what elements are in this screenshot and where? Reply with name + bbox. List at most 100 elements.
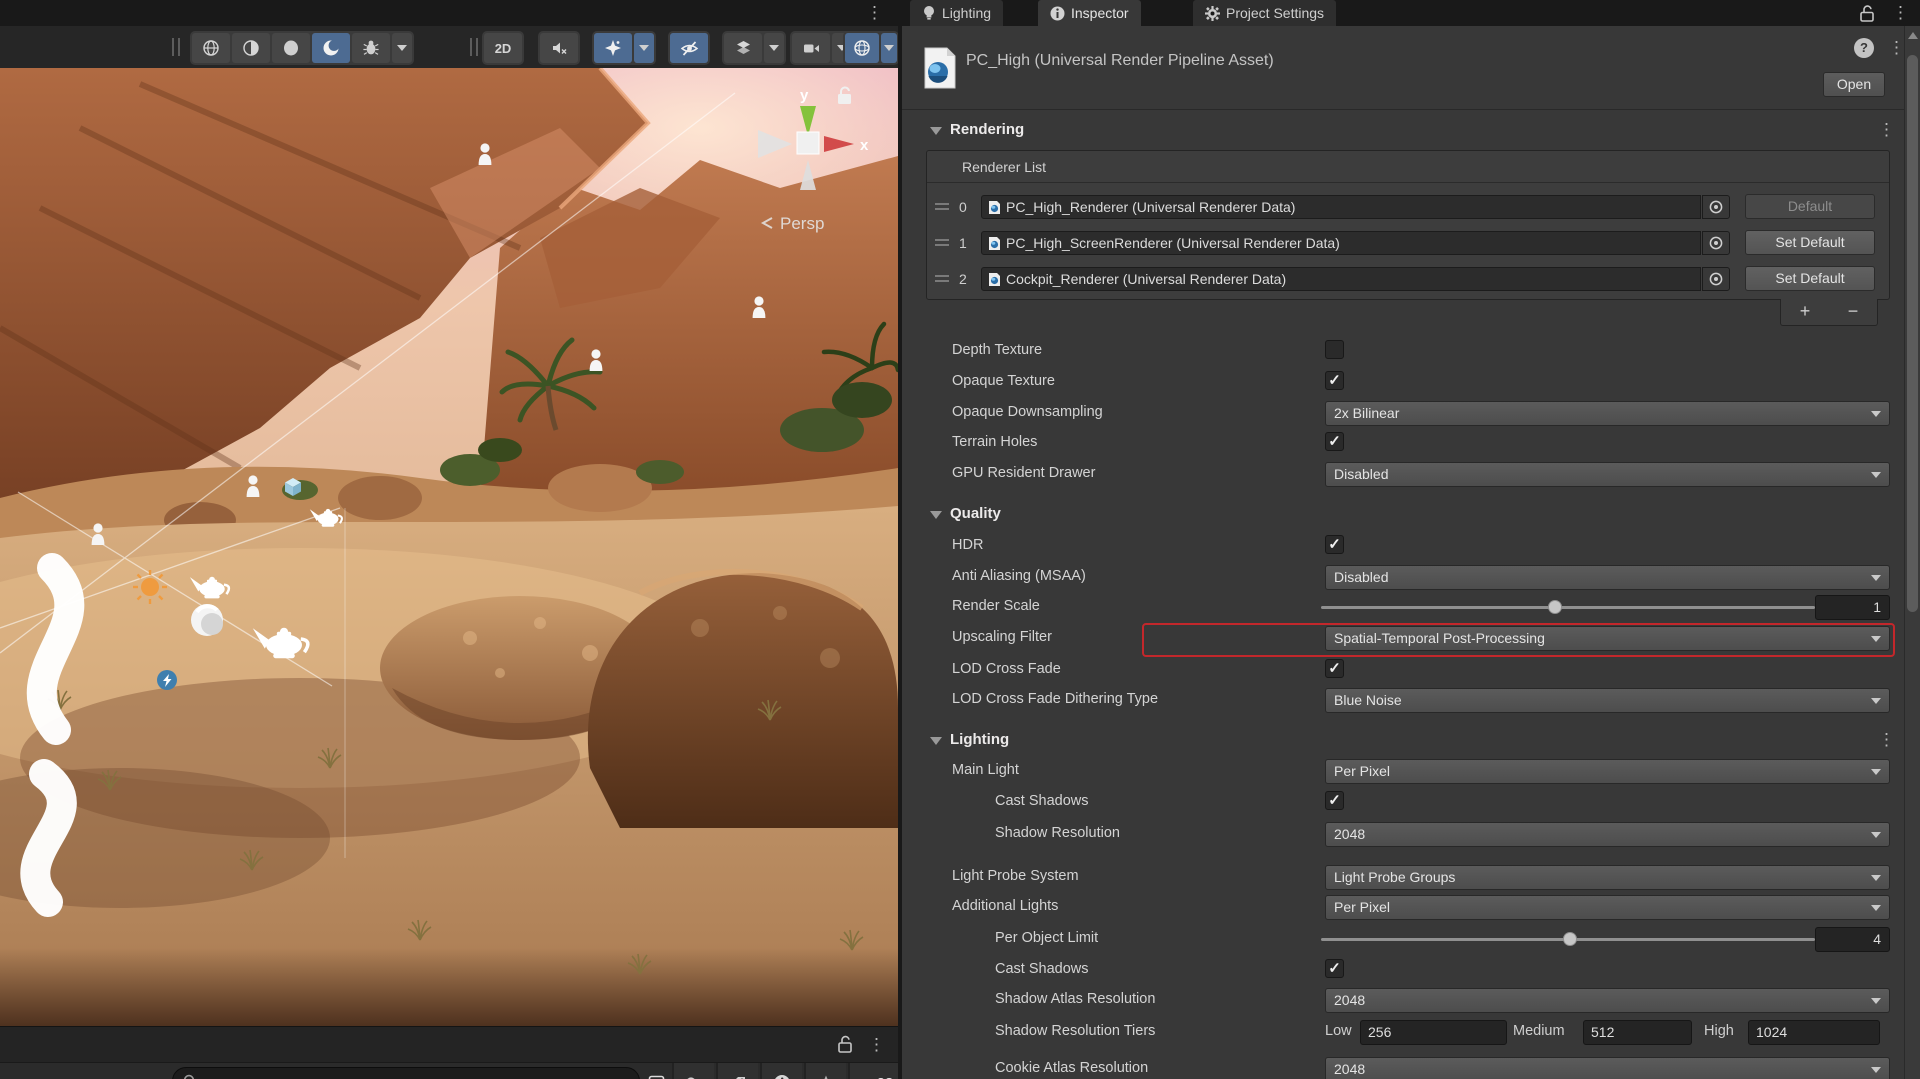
shaded-button[interactable] (272, 33, 310, 63)
drag-handle-icon[interactable] (935, 275, 949, 282)
lod-cross-fade-label: LOD Cross Fade (952, 661, 1061, 677)
reflection-probe-gizmo-icon[interactable] (191, 604, 223, 636)
slider-thumb[interactable] (1563, 932, 1577, 946)
toolbar-drag-handle-icon[interactable] (172, 38, 180, 56)
scrollbar-thumb[interactable] (1907, 55, 1918, 612)
lit-mode-button[interactable] (312, 33, 350, 63)
object-picker-icon[interactable] (1702, 267, 1730, 291)
tier-low-field[interactable]: 256 (1360, 1020, 1507, 1045)
inspector-content: Rendering ⋮ Renderer List 0 PC_High_Rend… (902, 110, 1904, 1079)
remove-renderer-button[interactable]: − (1829, 299, 1877, 325)
additional-lights-dropdown[interactable]: Per Pixel (1325, 895, 1890, 920)
section-quality[interactable]: Quality (902, 502, 1904, 528)
check-icon: ✓ (1328, 372, 1341, 389)
svg-text:Persp: Persp (780, 214, 824, 233)
renderer-object-field[interactable]: PC_High_ScreenRenderer (Universal Render… (981, 231, 1701, 255)
vfx-gizmo-icon[interactable] (157, 670, 177, 690)
audio-mute-button[interactable] (540, 33, 578, 63)
camera-settings-button[interactable] (792, 33, 830, 63)
set-default-button[interactable]: Set Default (1745, 230, 1875, 255)
shadow-atlas-resolution-dropdown[interactable]: 2048 (1325, 988, 1890, 1013)
object-picker-icon[interactable] (1702, 195, 1730, 219)
scene-search-field[interactable] (172, 1067, 640, 1079)
inspector-lock-icon[interactable] (1860, 5, 1875, 27)
scene-menu-kebab-icon[interactable]: ⋮ (866, 4, 883, 21)
chevron-down-icon (884, 45, 894, 51)
lod-dithering-dropdown[interactable]: Blue Noise (1325, 688, 1890, 713)
main-light-dropdown[interactable]: Per Pixel (1325, 759, 1890, 784)
open-search-window-button[interactable] (642, 1063, 670, 1079)
scroll-up-arrow-icon[interactable] (1908, 32, 1918, 39)
grid-dropdown-caret[interactable] (764, 33, 784, 63)
dropdown-value: Per Pixel (1334, 899, 1390, 915)
help-icon[interactable]: ? (1854, 38, 1874, 58)
per-object-limit-value[interactable]: 4 (1815, 927, 1890, 952)
visibility-count[interactable]: 28 (848, 1063, 898, 1079)
render-scale-value[interactable]: 1 (1815, 595, 1890, 620)
dropdown-value: Per Pixel (1334, 763, 1390, 779)
filter-by-label-button[interactable] (716, 1063, 758, 1079)
filter-by-type-button[interactable] (672, 1063, 714, 1079)
scene-bottom-kebab-icon[interactable]: ⋮ (868, 1036, 885, 1053)
debug-validation-button[interactable] (352, 33, 390, 63)
gpu-resident-drawer-dropdown[interactable]: Disabled (1325, 462, 1890, 487)
section-lighting[interactable]: Lighting ⋮ (902, 728, 1904, 754)
lock-icon[interactable] (838, 1035, 853, 1058)
hdr-checkbox[interactable]: ✓ (1325, 535, 1344, 554)
drag-handle-icon[interactable] (935, 203, 949, 210)
open-button[interactable]: Open (1823, 72, 1885, 97)
per-object-limit-slider[interactable] (1321, 938, 1815, 941)
slider-thumb[interactable] (1548, 600, 1562, 614)
effects-group (592, 31, 656, 65)
foldout-arrow-icon (930, 737, 942, 745)
section-rendering-kebab-icon[interactable]: ⋮ (1878, 121, 1895, 138)
gizmos-toggle-button[interactable] (845, 33, 879, 63)
depth-texture-checkbox[interactable] (1325, 340, 1344, 359)
2d-toggle-button[interactable]: 2D (484, 33, 522, 63)
section-lighting-kebab-icon[interactable]: ⋮ (1878, 731, 1895, 748)
add-renderer-button[interactable]: + (1781, 299, 1829, 325)
cast-shadows-additional-checkbox[interactable]: ✓ (1325, 959, 1344, 978)
asset-kebab-icon[interactable]: ⋮ (1888, 39, 1905, 56)
set-default-button[interactable]: Set Default (1745, 266, 1875, 291)
terrain-holes-checkbox[interactable]: ✓ (1325, 432, 1344, 451)
light-probe-system-dropdown[interactable]: Light Probe Groups (1325, 865, 1890, 890)
tier-medium-field[interactable]: 512 (1583, 1020, 1692, 1045)
dropdown-value: Light Probe Groups (1334, 869, 1455, 885)
tab-lighting[interactable]: Lighting (910, 0, 1003, 26)
effects-dropdown-caret[interactable] (634, 33, 654, 63)
search-input[interactable] (203, 1074, 629, 1079)
cast-shadows-checkbox[interactable]: ✓ (1325, 791, 1344, 810)
lod-cross-fade-checkbox[interactable]: ✓ (1325, 659, 1344, 678)
render-scale-slider[interactable] (1321, 606, 1815, 609)
shadow-resolution-dropdown[interactable]: 2048 (1325, 822, 1890, 847)
renderer-object-field[interactable]: Cockpit_Renderer (Universal Renderer Dat… (981, 267, 1701, 291)
anti-aliasing-dropdown[interactable]: Disabled (1325, 565, 1890, 590)
inspector-kebab-icon[interactable]: ⋮ (1892, 4, 1909, 21)
half-shaded-button[interactable] (232, 33, 270, 63)
inspector-scrollbar[interactable] (1904, 26, 1920, 1079)
effects-toggle-button[interactable] (594, 33, 632, 63)
grid-layers-button[interactable] (724, 33, 762, 63)
tab-project-settings[interactable]: Project Settings (1193, 0, 1336, 26)
gizmos-dropdown-caret[interactable] (881, 33, 897, 63)
shadow-tiers-label: Shadow Resolution Tiers (995, 1023, 1155, 1039)
scene-visibility-button[interactable] (670, 33, 708, 63)
upscaling-filter-dropdown[interactable]: Spatial-Temporal Post-Processing (1325, 626, 1890, 651)
shaded-wireframe-button[interactable] (192, 33, 230, 63)
2d-toggle-group: 2D (482, 31, 524, 65)
opaque-downsampling-label: Opaque Downsampling (952, 404, 1103, 420)
scene-viewport[interactable]: y x Persp (0, 68, 898, 1026)
section-rendering[interactable]: Rendering ⋮ (902, 118, 1904, 144)
drag-handle-icon[interactable] (935, 239, 949, 246)
warnings-button[interactable] (760, 1063, 802, 1079)
tab-inspector[interactable]: Inspector (1038, 0, 1141, 26)
opaque-downsampling-dropdown[interactable]: 2x Bilinear (1325, 401, 1890, 426)
tier-high-field[interactable]: 1024 (1748, 1020, 1880, 1045)
object-picker-icon[interactable] (1702, 231, 1730, 255)
opaque-texture-checkbox[interactable]: ✓ (1325, 371, 1344, 390)
renderer-object-field[interactable]: PC_High_Renderer (Universal Renderer Dat… (981, 195, 1701, 219)
cookie-atlas-resolution-dropdown[interactable]: 2048 (1325, 1057, 1890, 1079)
favorites-star-button[interactable] (804, 1063, 846, 1079)
draw-mode-dropdown-caret[interactable] (392, 33, 412, 63)
